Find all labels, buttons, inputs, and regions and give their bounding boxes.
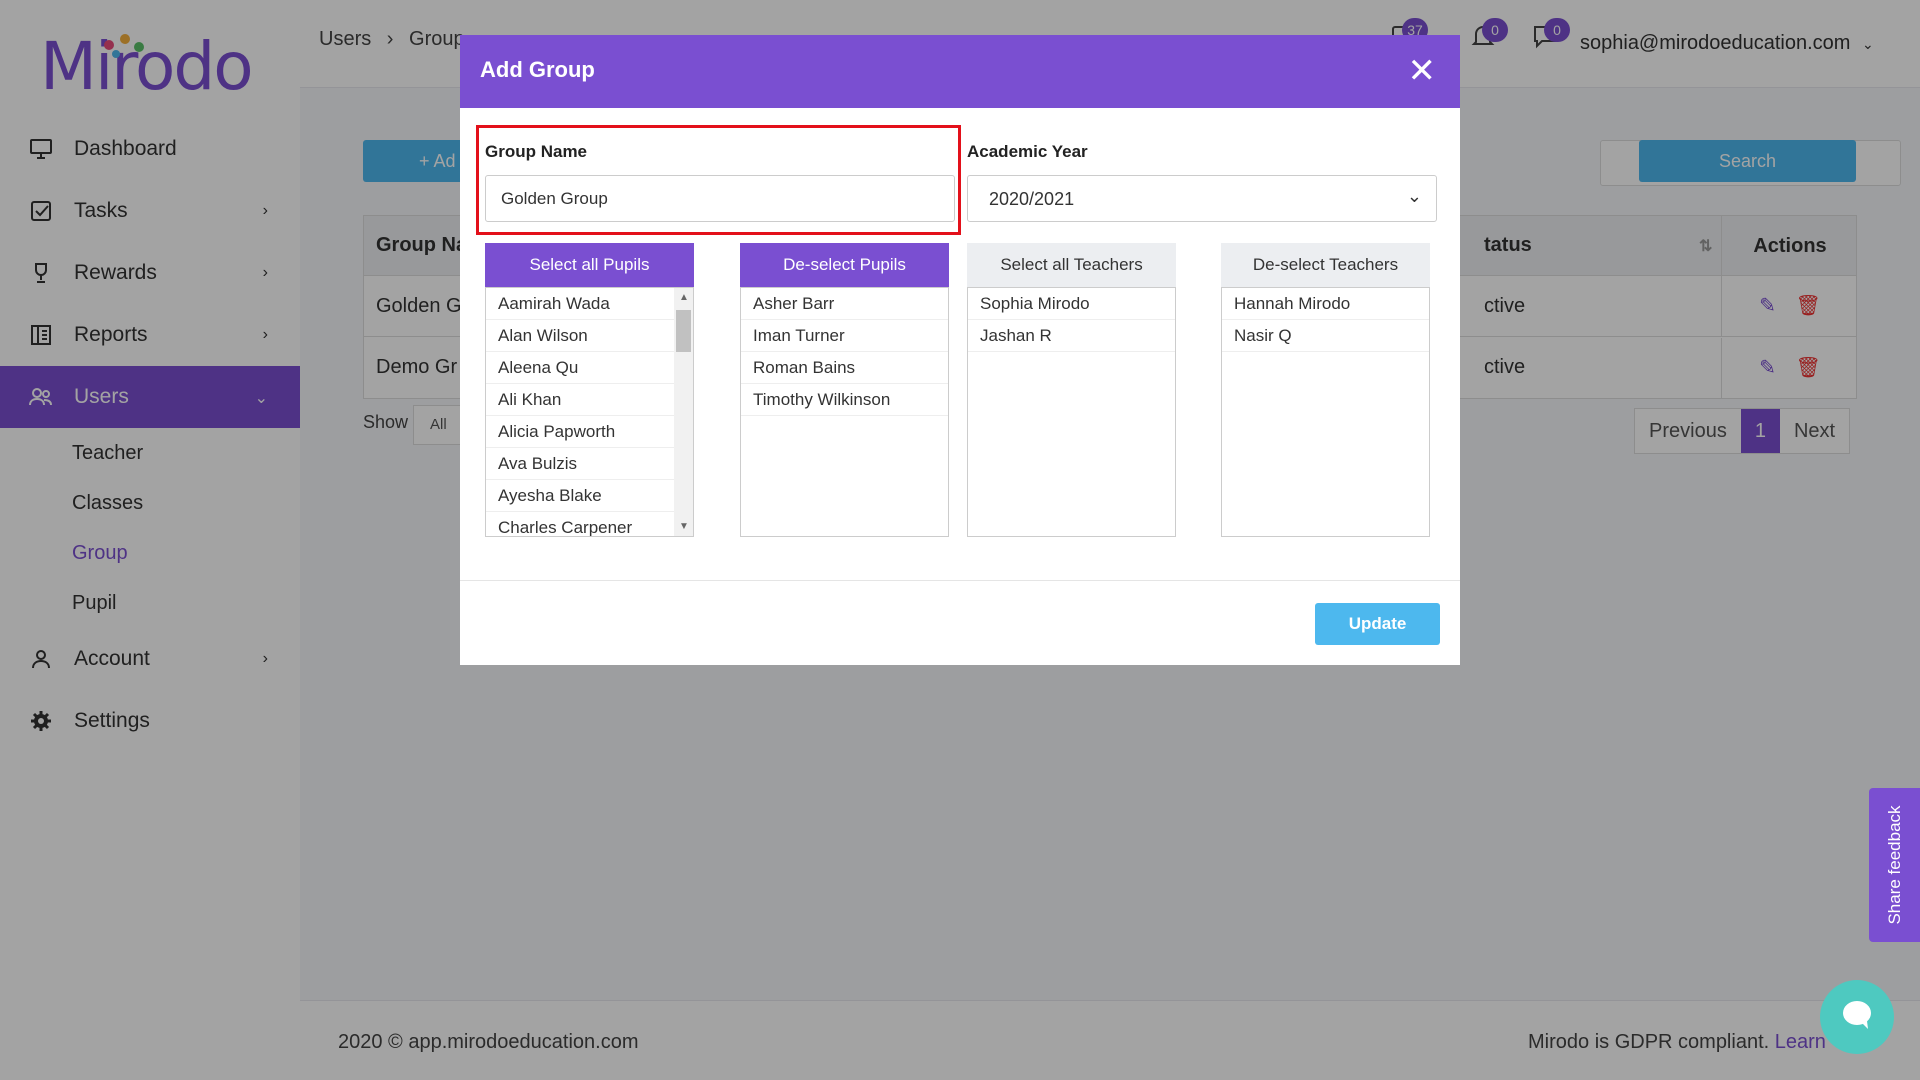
selected-teachers-list[interactable]: Hannah Mirodo Nasir Q: [1221, 287, 1430, 537]
modal-divider: [460, 580, 1460, 581]
list-item[interactable]: Hannah Mirodo: [1222, 288, 1429, 320]
close-icon[interactable]: ✕: [1408, 51, 1437, 91]
list-item[interactable]: Aamirah Wada: [486, 288, 693, 320]
chat-icon: [1840, 998, 1874, 1037]
list-item[interactable]: Roman Bains: [741, 352, 948, 384]
modal-header: Add Group ✕: [460, 35, 1460, 108]
list-item[interactable]: Alan Wilson: [486, 320, 693, 352]
list-item[interactable]: Alicia Papworth: [486, 416, 693, 448]
scrollbar[interactable]: ▲ ▼: [674, 288, 693, 536]
add-group-modal: Add Group ✕ Group Name Golden Group Acad…: [460, 35, 1460, 665]
share-feedback-label: Share feedback: [1884, 805, 1904, 925]
academic-year-select[interactable]: 2020/2021 ⌄: [967, 175, 1437, 222]
academic-year-value: 2020/2021: [989, 189, 1075, 209]
list-item[interactable]: Jashan R: [968, 320, 1175, 352]
list-item[interactable]: Charles Carpener: [486, 512, 693, 536]
available-pupils-list[interactable]: Aamirah Wada Alan Wilson Aleena Qu Ali K…: [485, 287, 694, 537]
selected-teachers-column: De-select Teachers Hannah Mirodo Nasir Q: [1221, 243, 1430, 537]
deselect-pupils-button[interactable]: De-select Pupils: [740, 243, 949, 287]
available-pupils-column: Select all Pupils Aamirah Wada Alan Wils…: [485, 243, 694, 537]
list-item[interactable]: Asher Barr: [741, 288, 948, 320]
group-name-input[interactable]: Golden Group: [485, 175, 955, 222]
share-feedback-tab[interactable]: Share feedback: [1869, 788, 1920, 942]
modal-title: Add Group: [480, 57, 595, 82]
chat-launcher-button[interactable]: [1820, 980, 1894, 1054]
available-teachers-list[interactable]: Sophia Mirodo Jashan R: [967, 287, 1176, 537]
scrollbar-thumb[interactable]: [676, 310, 691, 352]
list-item[interactable]: Timothy Wilkinson: [741, 384, 948, 416]
scroll-down-icon[interactable]: ▼: [679, 521, 689, 532]
list-item[interactable]: Nasir Q: [1222, 320, 1429, 352]
list-item[interactable]: Ali Khan: [486, 384, 693, 416]
available-teachers-column: Select all Teachers Sophia Mirodo Jashan…: [967, 243, 1176, 537]
list-item[interactable]: Ayesha Blake: [486, 480, 693, 512]
list-item[interactable]: Ava Bulzis: [486, 448, 693, 480]
list-item[interactable]: Aleena Qu: [486, 352, 693, 384]
selected-pupils-column: De-select Pupils Asher Barr Iman Turner …: [740, 243, 949, 537]
list-item[interactable]: Sophia Mirodo: [968, 288, 1175, 320]
select-all-teachers-button[interactable]: Select all Teachers: [967, 243, 1176, 287]
select-all-pupils-button[interactable]: Select all Pupils: [485, 243, 694, 287]
chevron-down-icon: ⌄: [1406, 186, 1422, 206]
scroll-up-icon[interactable]: ▲: [679, 292, 689, 303]
group-name-label: Group Name: [485, 142, 588, 161]
deselect-teachers-button[interactable]: De-select Teachers: [1221, 243, 1430, 287]
update-button[interactable]: Update: [1315, 603, 1440, 645]
academic-year-label: Academic Year: [967, 142, 1088, 161]
list-item[interactable]: Iman Turner: [741, 320, 948, 352]
selected-pupils-list[interactable]: Asher Barr Iman Turner Roman Bains Timot…: [740, 287, 949, 537]
